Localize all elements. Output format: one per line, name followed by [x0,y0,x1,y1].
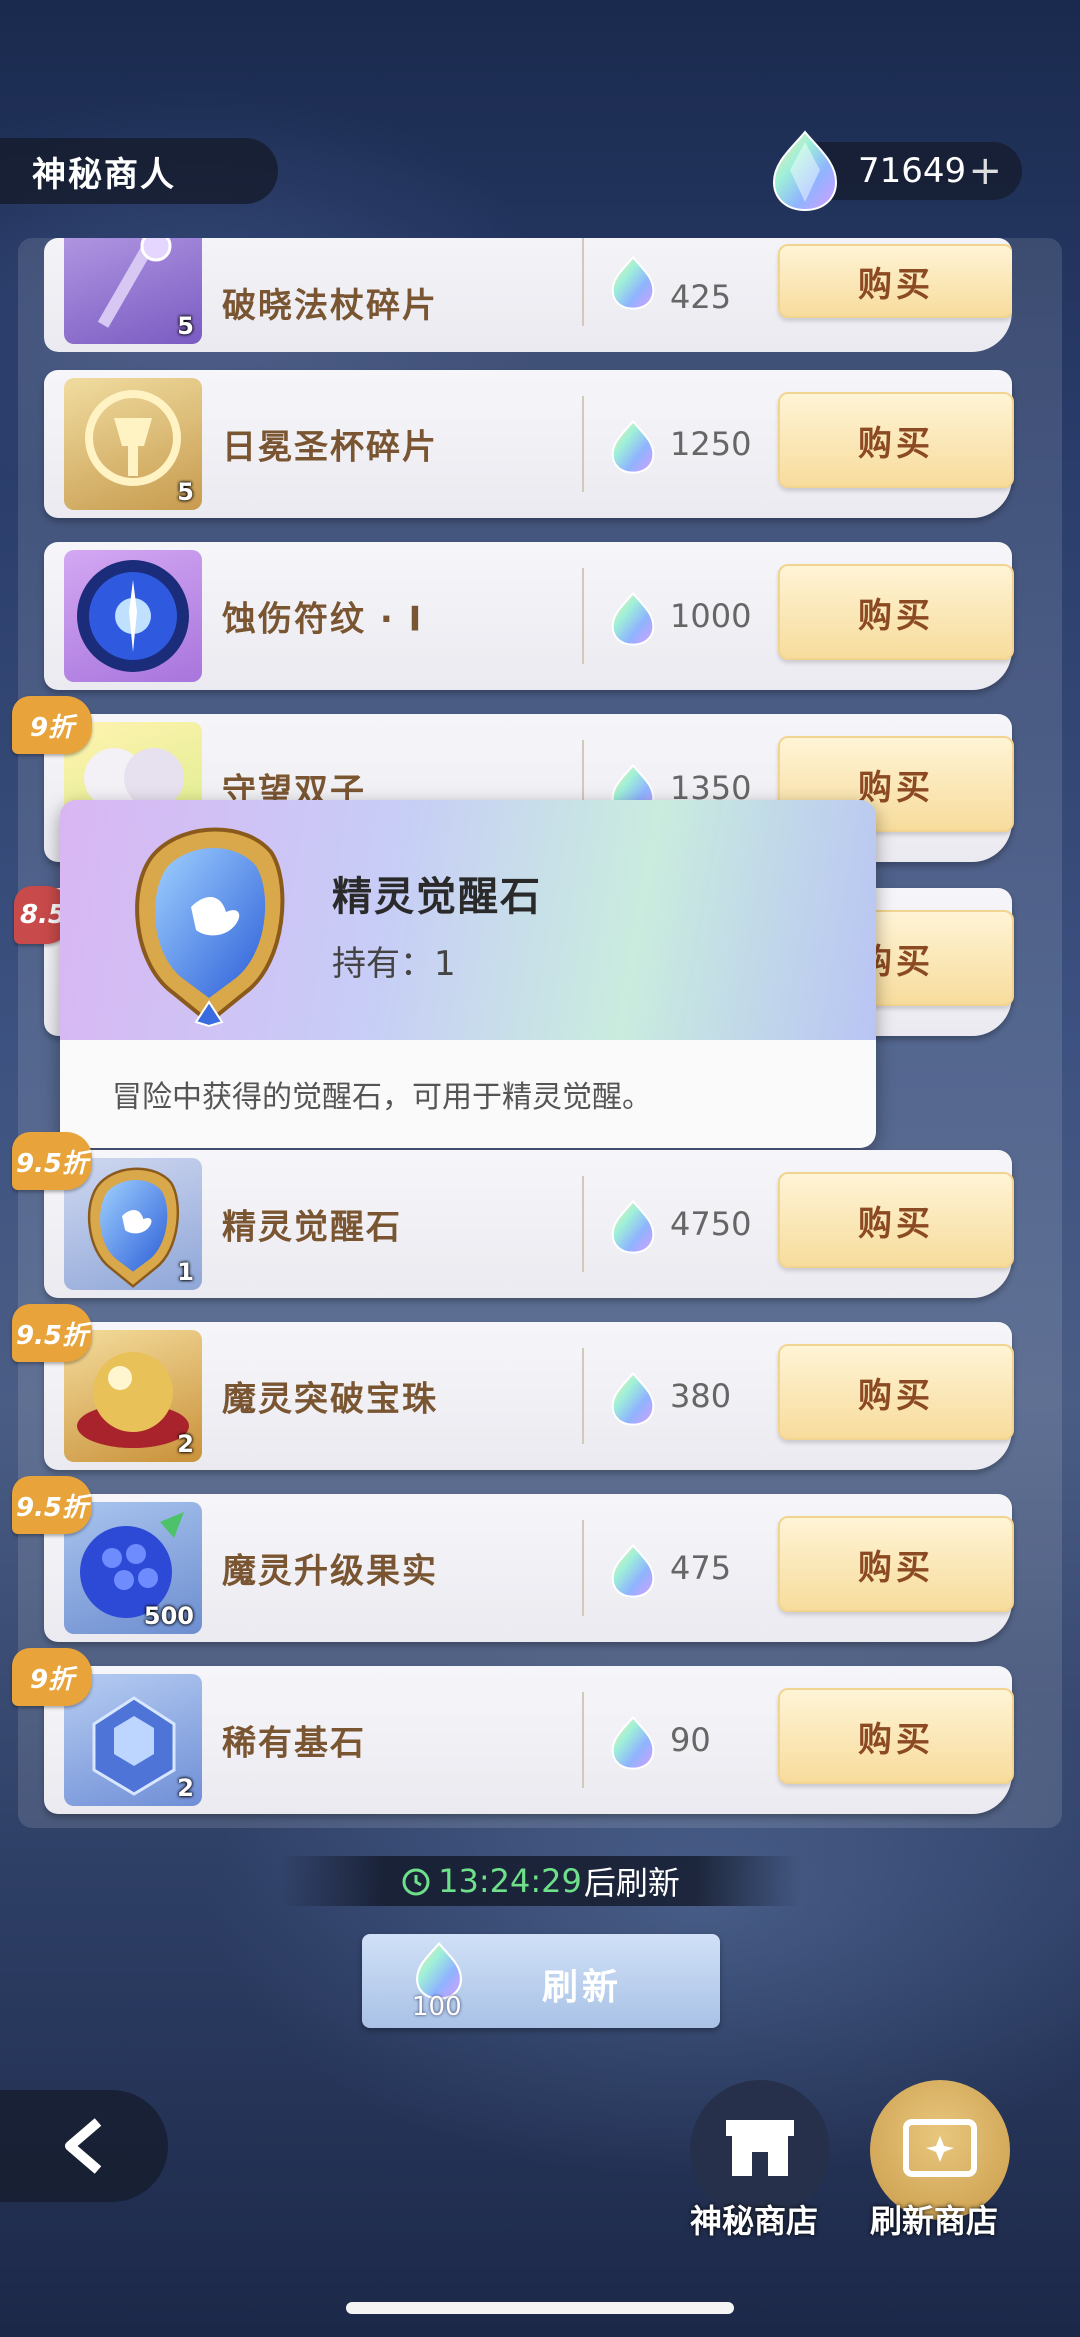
crystal-gem-icon [611,1544,655,1598]
item-quantity: 1 [177,1258,194,1286]
crystal-gem-icon [611,420,655,474]
buy-button[interactable]: 购买 [778,1516,1014,1612]
crystal-gem-icon [772,130,838,212]
discount-badge: 9折 [12,696,92,754]
item-name: 蚀伤符纹 · I [222,599,424,640]
item-quantity: 500 [143,1602,194,1630]
list-item[interactable]: 1 9.5折 精灵觉醒石 4750 购买 [12,1132,1014,1298]
item-thumbnail: 5 [64,238,202,344]
list-item[interactable]: 蚀伤符纹 · I 1000 购买 [44,542,1014,690]
back-button[interactable] [0,2090,168,2202]
item-name: 日冕圣杯碎片 [222,427,438,468]
discount-badge: 9折 [12,1648,92,1706]
refresh-countdown-suffix: 后刷新 [583,1864,680,1902]
divider [582,568,584,664]
item-name: 精灵觉醒石 [222,1207,402,1248]
crystal-gem-icon [611,1372,655,1426]
crystal-gem-icon [611,592,655,646]
item-name: 魔灵升级果实 [222,1551,438,1592]
buy-button[interactable]: 购买 [778,1688,1014,1784]
clock-icon [402,1868,430,1896]
buy-button[interactable]: 购买 [778,244,1012,318]
item-name: 稀有基石 [222,1723,366,1764]
divider [582,238,584,326]
crystal-gem-icon [611,1716,655,1770]
divider [582,1348,584,1444]
item-price: 380 [670,1377,732,1415]
awakening-stone-icon [135,827,285,1028]
item-price: 475 [670,1549,732,1587]
discount-badge: 9.5折 [12,1476,92,1534]
divider [582,1692,584,1788]
item-quantity: 2 [177,1774,194,1802]
discount-badge: 9.5折 [12,1304,92,1362]
mystery-shop-label: 神秘商店 [690,2202,819,2240]
tooltip-description: 冒险中获得的觉醒石，可用于精灵觉醒。 [112,1080,652,1115]
item-name: 魔灵突破宝珠 [222,1379,438,1420]
list-item[interactable]: 2 9.5折 魔灵突破宝珠 380 购买 [12,1304,1014,1470]
item-quantity: 5 [177,478,194,506]
item-price: 1000 [670,597,752,635]
divider [582,396,584,492]
buy-button[interactable]: 购买 [778,392,1014,488]
chevron-left-icon [65,2118,102,2174]
divider [582,1176,584,1272]
list-item[interactable]: 500 9.5折 魔灵升级果实 475 购买 [12,1476,1014,1642]
rune-icon [77,560,189,672]
buy-button[interactable]: 购买 [778,1344,1014,1440]
divider [582,1520,584,1616]
list-item[interactable]: 2 9折 稀有基石 90 购买 [12,1648,1014,1814]
shop-title: 神秘商人 [0,138,278,204]
item-price: 1250 [670,425,752,463]
list-item[interactable]: 5 破晓法杖碎片 425 购买 [44,238,1012,352]
crystal-gem-icon [611,1200,655,1254]
item-tooltip: 精灵觉醒石 持有：1 冒险中获得的觉醒石，可用于精灵觉醒。 [60,800,876,1148]
item-price: 4750 [670,1205,752,1243]
list-item[interactable]: 5 日冕圣杯碎片 1250 购买 [44,370,1014,518]
item-thumbnail [64,550,202,682]
item-name: 破晓法杖碎片 [222,286,438,326]
refresh-shop-label: 刷新商店 [870,2202,999,2240]
refresh-countdown: 13:24:29 [438,1862,582,1900]
refresh-button[interactable]: 100 刷新 [362,1934,720,2028]
currency-amount: 71649 [858,151,967,191]
add-currency-button[interactable]: + [968,148,1002,194]
refresh-timer: 13:24:29 后刷新 [280,1856,800,1906]
item-price: 90 [670,1721,711,1759]
tooltip-item-name: 精灵觉醒石 [332,874,542,920]
shop-title-text: 神秘商人 [32,154,176,195]
discount-badge: 9.5折 [12,1132,92,1190]
crystal-gem-icon [611,256,655,310]
refresh-cost: 100 [412,1992,462,2022]
buy-button[interactable]: 购买 [778,564,1014,660]
item-thumbnail: 5 [64,378,202,510]
home-indicator[interactable] [346,2302,734,2314]
item-price: 425 [670,278,732,316]
item-quantity: 5 [177,312,194,340]
tooltip-owned-count: 持有：1 [332,944,456,984]
item-quantity: 2 [177,1430,194,1458]
refresh-button-label: 刷新 [542,1967,623,2008]
buy-button[interactable]: 购买 [778,1172,1014,1268]
